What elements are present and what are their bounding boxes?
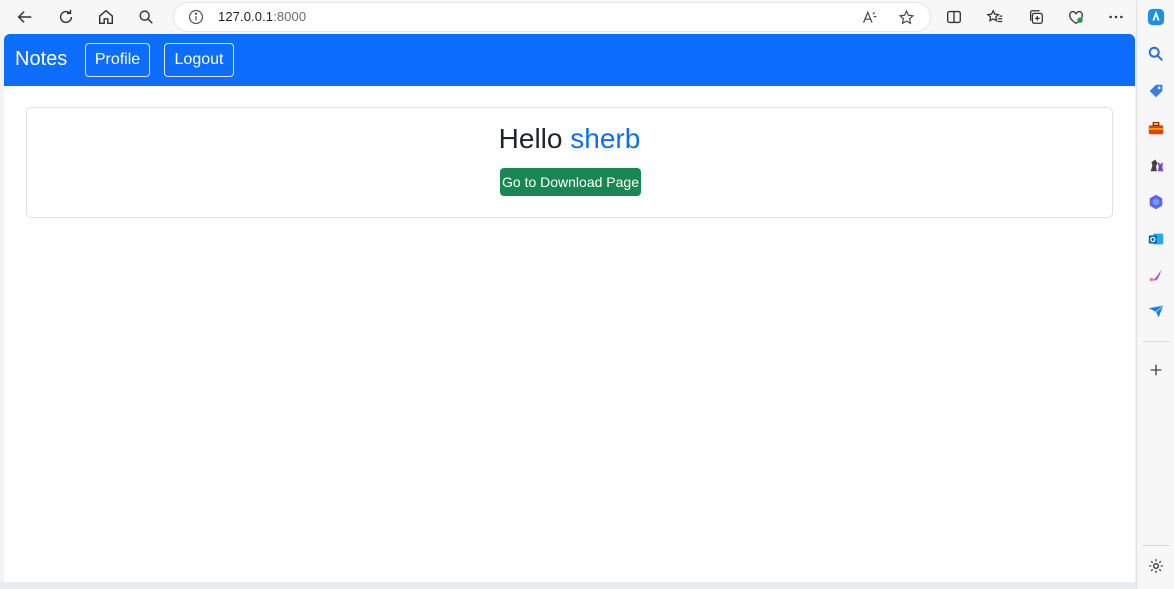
- info-icon[interactable]: [188, 9, 204, 25]
- greeting-heading: Hello sherb: [27, 123, 1112, 155]
- address-bar[interactable]: 127.0.0.1:8000: [174, 3, 930, 31]
- read-aloud-icon[interactable]: [857, 7, 881, 27]
- page-viewport: Notes Profile Logout Hello sherb Go to D…: [4, 34, 1135, 582]
- more-options-icon[interactable]: [1102, 4, 1130, 30]
- sidebar-divider: [1143, 545, 1169, 546]
- send-icon[interactable]: [1145, 300, 1167, 322]
- browser-essentials-icon[interactable]: [1062, 4, 1090, 30]
- download-page-button[interactable]: Go to Download Page: [500, 168, 641, 196]
- brand-link[interactable]: Notes: [15, 48, 67, 71]
- search-icon[interactable]: [132, 4, 160, 30]
- settings-icon[interactable]: [1145, 555, 1167, 577]
- browser-sidebar: [1136, 0, 1174, 589]
- tag-icon[interactable]: [1145, 80, 1167, 102]
- copilot-icon[interactable]: [1145, 6, 1167, 28]
- collections-icon[interactable]: [1022, 4, 1050, 30]
- refresh-icon[interactable]: [52, 4, 80, 30]
- outlook-icon[interactable]: [1145, 228, 1167, 250]
- toolbox-icon[interactable]: [1145, 117, 1167, 139]
- url-text[interactable]: 127.0.0.1:8000: [218, 9, 306, 24]
- search-icon[interactable]: [1145, 43, 1167, 65]
- home-icon[interactable]: [92, 4, 120, 30]
- welcome-card: Hello sherb Go to Download Page: [26, 107, 1113, 218]
- split-screen-icon[interactable]: [940, 4, 968, 30]
- add-icon[interactable]: [1145, 359, 1167, 381]
- logout-button[interactable]: Logout: [164, 43, 234, 77]
- sidebar-divider: [1143, 341, 1169, 342]
- profile-button[interactable]: Profile: [85, 43, 150, 77]
- browser-toolbar: 127.0.0.1:8000: [0, 0, 1136, 34]
- navbar: Notes Profile Logout: [4, 34, 1135, 86]
- favorite-star-icon[interactable]: [894, 7, 918, 27]
- greeting-prefix: Hello: [498, 123, 571, 154]
- favorites-icon[interactable]: [981, 4, 1009, 30]
- designer-icon[interactable]: [1145, 264, 1167, 286]
- username: sherb: [570, 123, 641, 154]
- back-icon[interactable]: [11, 4, 39, 30]
- copilot-hex-icon[interactable]: [1145, 191, 1167, 213]
- window-bottom-edge: [0, 582, 1136, 589]
- chess-icon[interactable]: [1145, 154, 1167, 176]
